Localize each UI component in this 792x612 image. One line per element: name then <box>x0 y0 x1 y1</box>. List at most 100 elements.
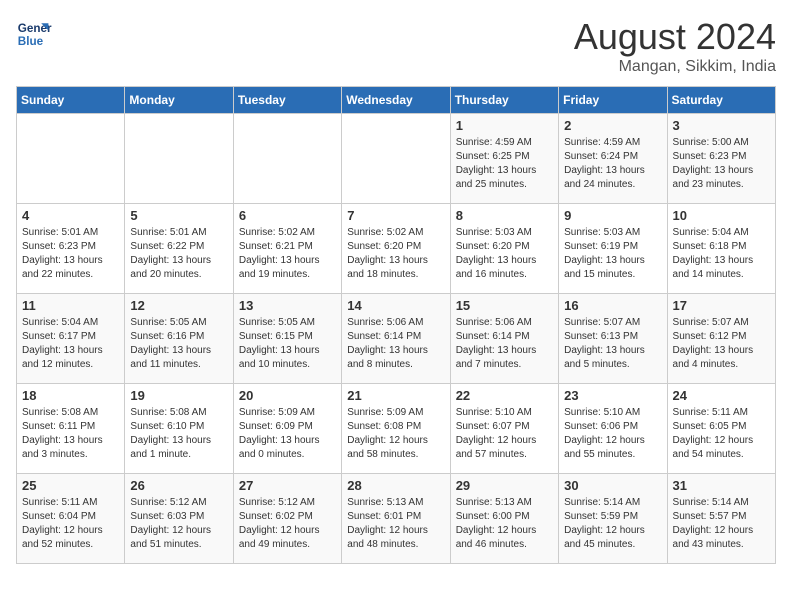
day-info: Sunrise: 5:13 AM Sunset: 6:00 PM Dayligh… <box>456 496 553 552</box>
day-info: Sunrise: 5:04 AM Sunset: 6:17 PM Dayligh… <box>22 316 119 372</box>
calendar-cell: 11 Sunrise: 5:04 AM Sunset: 6:17 PM Dayli… <box>17 294 125 384</box>
day-number: 6 <box>239 208 336 223</box>
day-number: 1 <box>456 118 553 133</box>
day-number: 4 <box>22 208 119 223</box>
calendar-cell <box>233 114 341 204</box>
day-number: 21 <box>347 388 444 403</box>
calendar-cell: 13 Sunrise: 5:05 AM Sunset: 6:15 PM Dayli… <box>233 294 341 384</box>
day-info: Sunrise: 5:06 AM Sunset: 6:14 PM Dayligh… <box>347 316 444 372</box>
week-row-4: 18Sunrise: 5:08 AM Sunset: 6:11 PM Dayli… <box>17 384 776 474</box>
day-number: 20 <box>239 388 336 403</box>
month-year: August 2024 <box>574 16 776 58</box>
calendar-cell: 14Sunrise: 5:06 AM Sunset: 6:14 PM Dayli… <box>342 294 450 384</box>
calendar-cell: 20 Sunrise: 5:09 AM Sunset: 6:09 PM Dayli… <box>233 384 341 474</box>
day-number: 10 <box>673 208 770 223</box>
logo: General Blue <box>16 16 52 52</box>
week-row-2: 4 Sunrise: 5:01 AM Sunset: 6:23 PM Daylig… <box>17 204 776 294</box>
calendar-cell: 19Sunrise: 5:08 AM Sunset: 6:10 PM Dayli… <box>125 384 233 474</box>
calendar-cell: 24 Sunrise: 5:11 AM Sunset: 6:05 PM Dayli… <box>667 384 775 474</box>
day-number: 28 <box>347 478 444 493</box>
day-info: Sunrise: 5:06 AM Sunset: 6:14 PM Dayligh… <box>456 316 553 372</box>
calendar-cell: 27 Sunrise: 5:12 AM Sunset: 6:02 PM Dayli… <box>233 474 341 564</box>
calendar-cell: 5 Sunrise: 5:01 AM Sunset: 6:22 PM Daylig… <box>125 204 233 294</box>
day-info: Sunrise: 5:09 AM Sunset: 6:08 PM Dayligh… <box>347 406 444 462</box>
day-number: 24 <box>673 388 770 403</box>
day-header-friday: Friday <box>559 87 667 114</box>
calendar-cell: 10 Sunrise: 5:04 AM Sunset: 6:18 PM Dayli… <box>667 204 775 294</box>
calendar-table: SundayMondayTuesdayWednesdayThursdayFrid… <box>16 86 776 564</box>
day-info: Sunrise: 4:59 AM Sunset: 6:25 PM Dayligh… <box>456 136 553 192</box>
day-info: Sunrise: 5:01 AM Sunset: 6:22 PM Dayligh… <box>130 226 227 282</box>
calendar-cell: 31 Sunrise: 5:14 AM Sunset: 5:57 PM Dayli… <box>667 474 775 564</box>
day-number: 11 <box>22 298 119 313</box>
day-header-tuesday: Tuesday <box>233 87 341 114</box>
week-row-3: 11 Sunrise: 5:04 AM Sunset: 6:17 PM Dayli… <box>17 294 776 384</box>
calendar-cell: 23Sunrise: 5:10 AM Sunset: 6:06 PM Dayli… <box>559 384 667 474</box>
calendar-cell: 6 Sunrise: 5:02 AM Sunset: 6:21 PM Daylig… <box>233 204 341 294</box>
calendar-cell: 12 Sunrise: 5:05 AM Sunset: 6:16 PM Dayli… <box>125 294 233 384</box>
calendar-cell: 22 Sunrise: 5:10 AM Sunset: 6:07 PM Dayli… <box>450 384 558 474</box>
day-info: Sunrise: 5:10 AM Sunset: 6:07 PM Dayligh… <box>456 406 553 462</box>
day-header-thursday: Thursday <box>450 87 558 114</box>
calendar-cell: 21 Sunrise: 5:09 AM Sunset: 6:08 PM Dayli… <box>342 384 450 474</box>
day-number: 26 <box>130 478 227 493</box>
calendar-header-row: SundayMondayTuesdayWednesdayThursdayFrid… <box>17 87 776 114</box>
day-number: 12 <box>130 298 227 313</box>
calendar-cell: 3 Sunrise: 5:00 AM Sunset: 6:23 PM Daylig… <box>667 114 775 204</box>
calendar-cell: 8Sunrise: 5:03 AM Sunset: 6:20 PM Daylig… <box>450 204 558 294</box>
day-info: Sunrise: 5:09 AM Sunset: 6:09 PM Dayligh… <box>239 406 336 462</box>
day-number: 5 <box>130 208 227 223</box>
day-info: Sunrise: 5:03 AM Sunset: 6:20 PM Dayligh… <box>456 226 553 282</box>
calendar-cell <box>125 114 233 204</box>
day-number: 2 <box>564 118 661 133</box>
day-number: 22 <box>456 388 553 403</box>
svg-text:Blue: Blue <box>18 35 44 48</box>
day-number: 23 <box>564 388 661 403</box>
day-info: Sunrise: 5:04 AM Sunset: 6:18 PM Dayligh… <box>673 226 770 282</box>
day-info: Sunrise: 5:01 AM Sunset: 6:23 PM Dayligh… <box>22 226 119 282</box>
calendar-cell: 9Sunrise: 5:03 AM Sunset: 6:19 PM Daylig… <box>559 204 667 294</box>
day-number: 29 <box>456 478 553 493</box>
day-info: Sunrise: 5:12 AM Sunset: 6:03 PM Dayligh… <box>130 496 227 552</box>
day-number: 15 <box>456 298 553 313</box>
day-header-monday: Monday <box>125 87 233 114</box>
location: Mangan, Sikkim, India <box>574 58 776 76</box>
day-info: Sunrise: 5:07 AM Sunset: 6:12 PM Dayligh… <box>673 316 770 372</box>
day-info: Sunrise: 5:12 AM Sunset: 6:02 PM Dayligh… <box>239 496 336 552</box>
calendar-cell: 25Sunrise: 5:11 AM Sunset: 6:04 PM Dayli… <box>17 474 125 564</box>
calendar-cell: 7 Sunrise: 5:02 AM Sunset: 6:20 PM Daylig… <box>342 204 450 294</box>
day-number: 13 <box>239 298 336 313</box>
week-row-1: 1 Sunrise: 4:59 AM Sunset: 6:25 PM Daylig… <box>17 114 776 204</box>
day-info: Sunrise: 5:00 AM Sunset: 6:23 PM Dayligh… <box>673 136 770 192</box>
calendar-cell: 1 Sunrise: 4:59 AM Sunset: 6:25 PM Daylig… <box>450 114 558 204</box>
calendar-cell: 16 Sunrise: 5:07 AM Sunset: 6:13 PM Dayli… <box>559 294 667 384</box>
calendar-cell: 17 Sunrise: 5:07 AM Sunset: 6:12 PM Dayli… <box>667 294 775 384</box>
calendar-cell <box>17 114 125 204</box>
day-number: 31 <box>673 478 770 493</box>
day-info: Sunrise: 5:11 AM Sunset: 6:05 PM Dayligh… <box>673 406 770 462</box>
calendar-cell: 2Sunrise: 4:59 AM Sunset: 6:24 PM Daylig… <box>559 114 667 204</box>
calendar-cell: 26 Sunrise: 5:12 AM Sunset: 6:03 PM Dayli… <box>125 474 233 564</box>
day-info: Sunrise: 5:05 AM Sunset: 6:16 PM Dayligh… <box>130 316 227 372</box>
day-number: 30 <box>564 478 661 493</box>
day-number: 3 <box>673 118 770 133</box>
day-info: Sunrise: 5:02 AM Sunset: 6:20 PM Dayligh… <box>347 226 444 282</box>
day-number: 25 <box>22 478 119 493</box>
day-number: 17 <box>673 298 770 313</box>
day-number: 7 <box>347 208 444 223</box>
week-row-5: 25Sunrise: 5:11 AM Sunset: 6:04 PM Dayli… <box>17 474 776 564</box>
day-info: Sunrise: 5:08 AM Sunset: 6:11 PM Dayligh… <box>22 406 119 462</box>
title-block: August 2024 Mangan, Sikkim, India <box>574 16 776 76</box>
day-number: 19 <box>130 388 227 403</box>
day-number: 27 <box>239 478 336 493</box>
day-info: Sunrise: 5:07 AM Sunset: 6:13 PM Dayligh… <box>564 316 661 372</box>
day-info: Sunrise: 5:14 AM Sunset: 5:57 PM Dayligh… <box>673 496 770 552</box>
calendar-cell <box>342 114 450 204</box>
calendar-cell: 18Sunrise: 5:08 AM Sunset: 6:11 PM Dayli… <box>17 384 125 474</box>
day-number: 16 <box>564 298 661 313</box>
day-header-wednesday: Wednesday <box>342 87 450 114</box>
day-info: Sunrise: 5:05 AM Sunset: 6:15 PM Dayligh… <box>239 316 336 372</box>
day-info: Sunrise: 5:02 AM Sunset: 6:21 PM Dayligh… <box>239 226 336 282</box>
day-info: Sunrise: 5:03 AM Sunset: 6:19 PM Dayligh… <box>564 226 661 282</box>
day-info: Sunrise: 5:14 AM Sunset: 5:59 PM Dayligh… <box>564 496 661 552</box>
